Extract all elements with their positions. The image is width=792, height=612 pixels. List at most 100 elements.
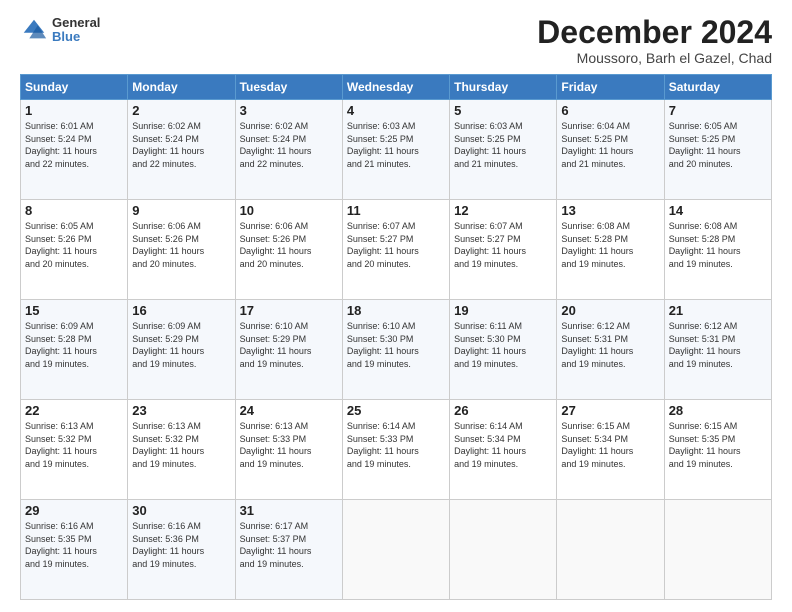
day-number: 13 xyxy=(561,203,659,218)
day-detail: Sunrise: 6:15 AM Sunset: 5:34 PM Dayligh… xyxy=(561,420,659,470)
calendar-day-cell xyxy=(557,500,664,600)
calendar-day-cell: 23 Sunrise: 6:13 AM Sunset: 5:32 PM Dayli… xyxy=(128,400,235,500)
day-number: 10 xyxy=(240,203,338,218)
title-block: December 2024 Moussoro, Barh el Gazel, C… xyxy=(537,16,772,66)
day-number: 27 xyxy=(561,403,659,418)
day-detail: Sunrise: 6:03 AM Sunset: 5:25 PM Dayligh… xyxy=(454,120,552,170)
day-detail: Sunrise: 6:08 AM Sunset: 5:28 PM Dayligh… xyxy=(561,220,659,270)
header: General Blue December 2024 Moussoro, Bar… xyxy=(20,16,772,66)
day-number: 22 xyxy=(25,403,123,418)
day-detail: Sunrise: 6:12 AM Sunset: 5:31 PM Dayligh… xyxy=(669,320,767,370)
calendar-day-cell: 14 Sunrise: 6:08 AM Sunset: 5:28 PM Dayli… xyxy=(664,200,771,300)
day-detail: Sunrise: 6:14 AM Sunset: 5:33 PM Dayligh… xyxy=(347,420,445,470)
weekday-header: Thursday xyxy=(450,75,557,100)
day-number: 11 xyxy=(347,203,445,218)
day-number: 17 xyxy=(240,303,338,318)
calendar-day-cell: 7 Sunrise: 6:05 AM Sunset: 5:25 PM Daylig… xyxy=(664,100,771,200)
day-number: 18 xyxy=(347,303,445,318)
calendar-day-cell: 21 Sunrise: 6:12 AM Sunset: 5:31 PM Dayli… xyxy=(664,300,771,400)
day-number: 8 xyxy=(25,203,123,218)
calendar-day-cell: 1Sunrise: 6:01 AM Sunset: 5:24 PM Daylig… xyxy=(21,100,128,200)
calendar-day-cell: 28Sunrise: 6:15 AM Sunset: 5:35 PM Dayli… xyxy=(664,400,771,500)
day-detail: Sunrise: 6:08 AM Sunset: 5:28 PM Dayligh… xyxy=(669,220,767,270)
calendar-week-row: 29 Sunrise: 6:16 AM Sunset: 5:35 PM Dayli… xyxy=(21,500,772,600)
weekday-header: Sunday xyxy=(21,75,128,100)
day-detail: Sunrise: 6:17 AM Sunset: 5:37 PM Dayligh… xyxy=(240,520,338,570)
calendar-day-cell: 8 Sunrise: 6:05 AM Sunset: 5:26 PM Daylig… xyxy=(21,200,128,300)
day-detail: Sunrise: 6:03 AM Sunset: 5:25 PM Dayligh… xyxy=(347,120,445,170)
calendar-day-cell xyxy=(342,500,449,600)
day-detail: Sunrise: 6:05 AM Sunset: 5:26 PM Dayligh… xyxy=(25,220,123,270)
day-number: 14 xyxy=(669,203,767,218)
day-number: 4 xyxy=(347,103,445,118)
day-number: 24 xyxy=(240,403,338,418)
day-number: 3 xyxy=(240,103,338,118)
day-detail: Sunrise: 6:07 AM Sunset: 5:27 PM Dayligh… xyxy=(454,220,552,270)
day-detail: Sunrise: 6:13 AM Sunset: 5:32 PM Dayligh… xyxy=(132,420,230,470)
day-detail: Sunrise: 6:16 AM Sunset: 5:36 PM Dayligh… xyxy=(132,520,230,570)
day-detail: Sunrise: 6:04 AM Sunset: 5:25 PM Dayligh… xyxy=(561,120,659,170)
calendar-day-cell: 19Sunrise: 6:11 AM Sunset: 5:30 PM Dayli… xyxy=(450,300,557,400)
day-detail: Sunrise: 6:16 AM Sunset: 5:35 PM Dayligh… xyxy=(25,520,123,570)
day-number: 23 xyxy=(132,403,230,418)
day-detail: Sunrise: 6:05 AM Sunset: 5:25 PM Dayligh… xyxy=(669,120,767,170)
calendar-day-cell: 11 Sunrise: 6:07 AM Sunset: 5:27 PM Dayli… xyxy=(342,200,449,300)
calendar-header-row: SundayMondayTuesdayWednesdayThursdayFrid… xyxy=(21,75,772,100)
calendar-day-cell: 2 Sunrise: 6:02 AM Sunset: 5:24 PM Daylig… xyxy=(128,100,235,200)
calendar-day-cell: 29 Sunrise: 6:16 AM Sunset: 5:35 PM Dayli… xyxy=(21,500,128,600)
day-detail: Sunrise: 6:13 AM Sunset: 5:32 PM Dayligh… xyxy=(25,420,123,470)
calendar-day-cell: 5 Sunrise: 6:03 AM Sunset: 5:25 PM Daylig… xyxy=(450,100,557,200)
day-number: 20 xyxy=(561,303,659,318)
day-number: 28 xyxy=(669,403,767,418)
day-detail: Sunrise: 6:06 AM Sunset: 5:26 PM Dayligh… xyxy=(132,220,230,270)
logo-general: General xyxy=(52,16,100,30)
day-number: 5 xyxy=(454,103,552,118)
day-number: 21 xyxy=(669,303,767,318)
month-title: December 2024 xyxy=(537,16,772,48)
day-number: 16 xyxy=(132,303,230,318)
calendar-day-cell: 4 Sunrise: 6:03 AM Sunset: 5:25 PM Daylig… xyxy=(342,100,449,200)
day-number: 6 xyxy=(561,103,659,118)
calendar-day-cell: 10Sunrise: 6:06 AM Sunset: 5:26 PM Dayli… xyxy=(235,200,342,300)
day-detail: Sunrise: 6:02 AM Sunset: 5:24 PM Dayligh… xyxy=(132,120,230,170)
calendar-week-row: 8 Sunrise: 6:05 AM Sunset: 5:26 PM Daylig… xyxy=(21,200,772,300)
calendar-day-cell: 22 Sunrise: 6:13 AM Sunset: 5:32 PM Dayli… xyxy=(21,400,128,500)
day-number: 19 xyxy=(454,303,552,318)
day-number: 12 xyxy=(454,203,552,218)
calendar-day-cell: 27 Sunrise: 6:15 AM Sunset: 5:34 PM Dayli… xyxy=(557,400,664,500)
weekday-header: Tuesday xyxy=(235,75,342,100)
calendar-day-cell: 3Sunrise: 6:02 AM Sunset: 5:24 PM Daylig… xyxy=(235,100,342,200)
weekday-header: Wednesday xyxy=(342,75,449,100)
logo-text: General Blue xyxy=(52,16,100,45)
day-number: 26 xyxy=(454,403,552,418)
day-number: 31 xyxy=(240,503,338,518)
calendar-table: SundayMondayTuesdayWednesdayThursdayFrid… xyxy=(20,74,772,600)
calendar-week-row: 1Sunrise: 6:01 AM Sunset: 5:24 PM Daylig… xyxy=(21,100,772,200)
day-detail: Sunrise: 6:14 AM Sunset: 5:34 PM Dayligh… xyxy=(454,420,552,470)
calendar-day-cell xyxy=(450,500,557,600)
calendar-week-row: 15Sunrise: 6:09 AM Sunset: 5:28 PM Dayli… xyxy=(21,300,772,400)
calendar-day-cell: 6 Sunrise: 6:04 AM Sunset: 5:25 PM Daylig… xyxy=(557,100,664,200)
calendar-day-cell: 16 Sunrise: 6:09 AM Sunset: 5:29 PM Dayli… xyxy=(128,300,235,400)
calendar-day-cell: 20 Sunrise: 6:12 AM Sunset: 5:31 PM Dayli… xyxy=(557,300,664,400)
day-number: 1 xyxy=(25,103,123,118)
calendar-day-cell: 18 Sunrise: 6:10 AM Sunset: 5:30 PM Dayli… xyxy=(342,300,449,400)
day-detail: Sunrise: 6:10 AM Sunset: 5:30 PM Dayligh… xyxy=(347,320,445,370)
calendar-day-cell: 17 Sunrise: 6:10 AM Sunset: 5:29 PM Dayli… xyxy=(235,300,342,400)
logo: General Blue xyxy=(20,16,100,45)
logo-blue: Blue xyxy=(52,30,100,44)
day-detail: Sunrise: 6:09 AM Sunset: 5:29 PM Dayligh… xyxy=(132,320,230,370)
calendar-week-row: 22 Sunrise: 6:13 AM Sunset: 5:32 PM Dayli… xyxy=(21,400,772,500)
logo-icon xyxy=(20,16,48,44)
day-number: 25 xyxy=(347,403,445,418)
weekday-header: Friday xyxy=(557,75,664,100)
day-detail: Sunrise: 6:10 AM Sunset: 5:29 PM Dayligh… xyxy=(240,320,338,370)
day-number: 2 xyxy=(132,103,230,118)
day-detail: Sunrise: 6:12 AM Sunset: 5:31 PM Dayligh… xyxy=(561,320,659,370)
calendar-day-cell: 25 Sunrise: 6:14 AM Sunset: 5:33 PM Dayli… xyxy=(342,400,449,500)
calendar-day-cell: 12 Sunrise: 6:07 AM Sunset: 5:27 PM Dayli… xyxy=(450,200,557,300)
day-number: 7 xyxy=(669,103,767,118)
calendar-day-cell xyxy=(664,500,771,600)
day-detail: Sunrise: 6:07 AM Sunset: 5:27 PM Dayligh… xyxy=(347,220,445,270)
day-number: 29 xyxy=(25,503,123,518)
